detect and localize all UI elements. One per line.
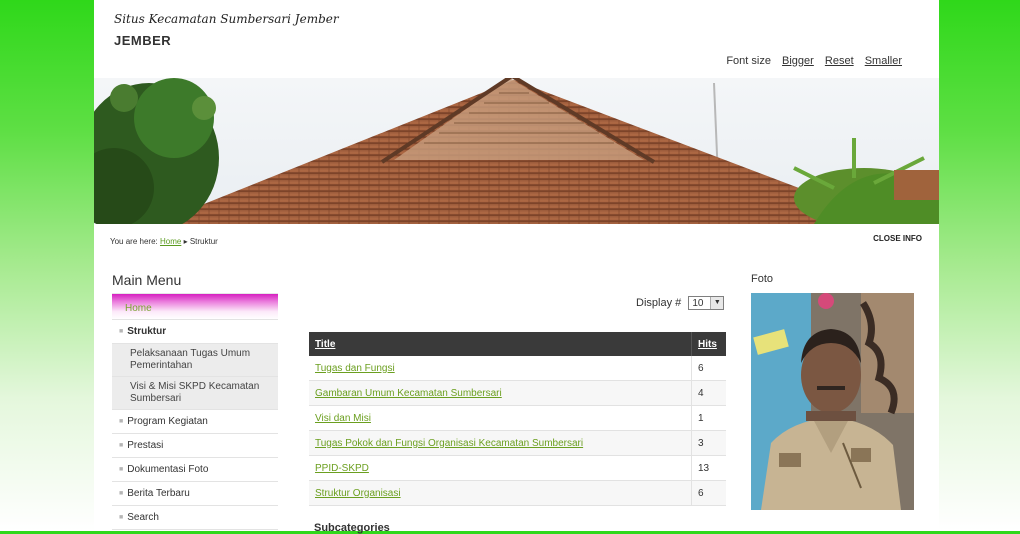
font-size-label: Font size: [726, 55, 771, 67]
category-table: Title Hits Tugas dan Fungsi 6 Gambaran U…: [309, 332, 726, 506]
site-subtitle: JEMBER: [114, 33, 172, 48]
header-banner-image: [94, 78, 939, 224]
menu-item-visi-misi[interactable]: Visi & Misi SKPD Kecamatan Sumbersari: [112, 377, 278, 410]
font-reset-link[interactable]: Reset: [825, 55, 854, 67]
main-menu-title: Main Menu: [112, 272, 182, 288]
table-header-row: Title Hits: [309, 332, 726, 356]
article-link[interactable]: Tugas Pokok dan Fungsi Organisasi Kecama…: [315, 438, 583, 449]
bullet-icon: ■: [119, 466, 124, 473]
subcategories-heading: Subcategories: [314, 522, 390, 534]
hits-column-header[interactable]: Hits: [691, 332, 726, 356]
table-row: Struktur Organisasi 6: [309, 480, 726, 506]
bullet-icon: ■: [119, 328, 124, 335]
display-limit-select[interactable]: 10 ▼: [688, 296, 725, 310]
article-link[interactable]: Visi dan Misi: [315, 413, 371, 424]
official-portrait-photo: [751, 293, 914, 510]
menu-item-prestasi[interactable]: ■ Prestasi: [112, 434, 278, 458]
menu-item-struktur[interactable]: ■ Struktur: [112, 320, 278, 344]
menu-item-label: Prestasi: [127, 440, 164, 451]
table-cell-hits: 13: [691, 455, 726, 481]
article-link[interactable]: Struktur Organisasi: [315, 488, 401, 499]
menu-item-label: Visi & Misi SKPD Kecamatan Sumbersari: [130, 381, 260, 404]
table-cell-title: PPID-SKPD: [309, 455, 692, 481]
menu-item-label: Berita Terbaru: [127, 488, 190, 499]
font-smaller-link[interactable]: Smaller: [865, 55, 902, 67]
menu-item-label: Dokumentasi Foto: [127, 464, 209, 475]
table-cell-hits: 6: [691, 480, 726, 506]
table-cell-hits: 3: [691, 430, 726, 456]
bullet-icon: ■: [119, 490, 124, 497]
table-cell-title: Tugas dan Fungsi: [309, 356, 692, 381]
main-menu: Home ■ Struktur Pelaksanaan Tugas Umum Pe…: [112, 293, 278, 530]
menu-item-label: Home: [125, 303, 152, 314]
bullet-icon: ■: [119, 418, 124, 425]
table-row: Gambaran Umum Kecamatan Sumbersari 4: [309, 380, 726, 406]
display-label: Display #: [636, 296, 682, 309]
article-link[interactable]: Tugas dan Fungsi: [315, 363, 395, 374]
breadcrumb: You are here: Home ▸ Struktur: [110, 237, 218, 246]
foto-title: Foto: [751, 273, 774, 285]
table-cell-title: Visi dan Misi: [309, 405, 692, 431]
display-value: 10: [692, 298, 704, 309]
menu-item-berita-terbaru[interactable]: ■ Berita Terbaru: [112, 482, 278, 506]
breadcrumb-home-link[interactable]: Home: [160, 237, 181, 246]
menu-item-program-kegiatan[interactable]: ■ Program Kegiatan: [112, 410, 278, 434]
menu-item-home[interactable]: Home: [112, 294, 278, 320]
menu-item-label: Program Kegiatan: [127, 416, 208, 427]
table-cell-title: Tugas Pokok dan Fungsi Organisasi Kecama…: [309, 430, 692, 456]
article-link[interactable]: PPID-SKPD: [315, 463, 369, 474]
menu-item-label: Search: [127, 512, 159, 523]
table-row: PPID-SKPD 13: [309, 455, 726, 481]
menu-item-pelaksanaan[interactable]: Pelaksanaan Tugas Umum Pemerintahan: [112, 344, 278, 377]
table-cell-title: Gambaran Umum Kecamatan Sumbersari: [309, 380, 692, 406]
breadcrumb-current: Struktur: [189, 237, 218, 246]
table-cell-hits: 4: [691, 380, 726, 406]
portrait-image: [751, 293, 914, 510]
table-cell-title: Struktur Organisasi: [309, 480, 692, 506]
title-column-header[interactable]: Title: [309, 332, 692, 356]
sort-hits-link[interactable]: Hits: [698, 339, 717, 350]
chevron-down-icon[interactable]: ▼: [710, 297, 724, 309]
page-container: Situs Kecamatan Sumbersari Jember JEMBER…: [94, 0, 939, 534]
bullet-icon: ■: [119, 442, 124, 449]
display-limit: Display # 10 ▼: [636, 296, 725, 310]
site-title[interactable]: Situs Kecamatan Sumbersari Jember: [114, 12, 339, 26]
article-link[interactable]: Gambaran Umum Kecamatan Sumbersari: [315, 388, 502, 399]
bullet-icon: ■: [119, 514, 124, 521]
table-row: Visi dan Misi 1: [309, 405, 726, 431]
breadcrumb-prefix: You are here:: [110, 237, 158, 246]
close-info-button[interactable]: CLOSE INFO: [873, 234, 922, 243]
menu-item-search[interactable]: ■ Search: [112, 506, 278, 530]
font-bigger-link[interactable]: Bigger: [782, 55, 814, 67]
table-cell-hits: 1: [691, 405, 726, 431]
roof-photo: [94, 78, 939, 224]
sort-title-link[interactable]: Title: [315, 339, 335, 350]
font-size-controls: Font size Bigger Reset Smaller: [726, 55, 902, 67]
menu-item-label: Pelaksanaan Tugas Umum Pemerintahan: [130, 348, 251, 371]
breadcrumb-separator-icon: ▸: [183, 237, 188, 246]
table-row: Tugas Pokok dan Fungsi Organisasi Kecama…: [309, 430, 726, 456]
menu-item-dokumentasi-foto[interactable]: ■ Dokumentasi Foto: [112, 458, 278, 482]
table-row: Tugas dan Fungsi 6: [309, 356, 726, 381]
table-cell-hits: 6: [691, 356, 726, 381]
menu-item-label: Struktur: [127, 326, 167, 337]
